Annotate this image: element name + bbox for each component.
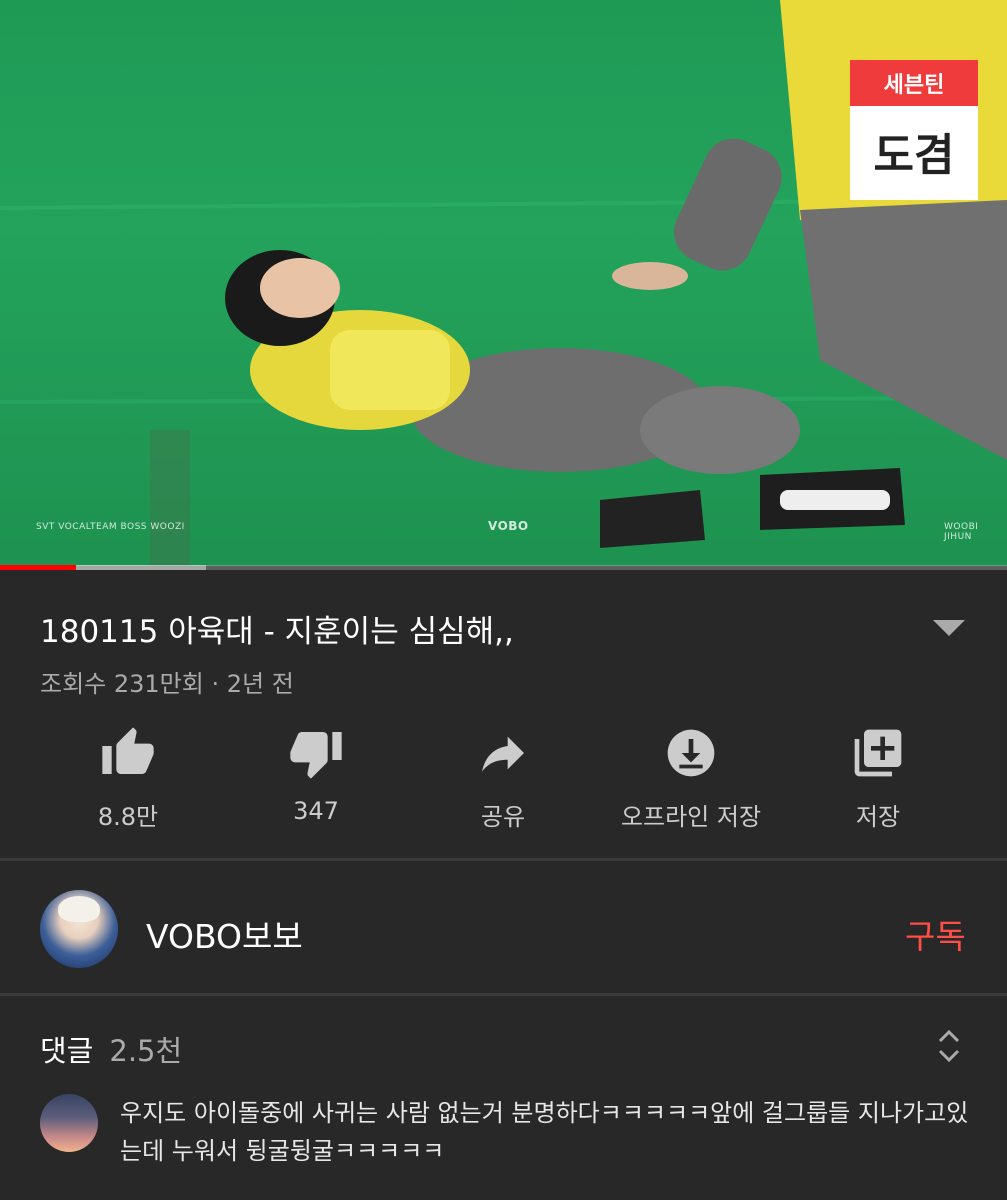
comments-label: 댓글: [40, 1034, 94, 1068]
watermark-center: VOBO: [488, 519, 529, 533]
chevron-down-icon[interactable]: [933, 620, 965, 636]
subscribe-button[interactable]: 구독: [905, 910, 966, 958]
channel-avatar[interactable]: [40, 890, 118, 968]
commenter-avatar: [40, 1094, 98, 1152]
dislike-button[interactable]: 347: [216, 725, 416, 825]
progress-bar[interactable]: [0, 565, 1007, 570]
video-frame: 세븐틴 도겸: [0, 0, 1007, 566]
divider-top: [0, 858, 1007, 861]
channel-name[interactable]: VOBO보보: [146, 910, 303, 958]
share-label: 공유: [480, 803, 526, 831]
save-button[interactable]: 저장: [778, 725, 978, 832]
title-row[interactable]: 180115 아육대 - 지훈이는 심심해,,: [40, 606, 970, 650]
video-meta: 조회수 231만회 · 2년 전: [40, 670, 294, 698]
playlist-add-icon: [854, 729, 902, 777]
nametag-team: 세븐틴: [884, 73, 945, 98]
watermark-left: SVT VOCALTEAM BOSS WOOZI: [36, 522, 185, 532]
share-icon: [482, 736, 524, 772]
download-button[interactable]: 오프라인 저장: [591, 725, 791, 832]
divider-bottom: [0, 993, 1007, 996]
thumbs-down-icon: [290, 732, 342, 779]
download-icon: [667, 729, 715, 777]
nametag-name: 도겸: [874, 130, 955, 181]
comments-count: 2.5천: [109, 1034, 183, 1068]
video-title: 180115 아육대 - 지훈이는 심심해,,: [40, 614, 514, 650]
like-button[interactable]: 8.8만: [28, 725, 228, 832]
share-button[interactable]: 공유: [403, 725, 603, 832]
channel-row[interactable]: VOBO보보 구독: [0, 866, 1007, 992]
dislike-count: 347: [293, 797, 339, 825]
comments-header[interactable]: 댓글 2.5천: [40, 1028, 182, 1068]
save-label: 저장: [855, 803, 901, 831]
expand-collapse-icon[interactable]: [936, 1026, 962, 1066]
download-label: 오프라인 저장: [620, 803, 762, 831]
like-count: 8.8만: [97, 803, 159, 831]
watermark-right: WOOBI JIHUN: [944, 522, 979, 542]
thumbs-up-icon: [102, 727, 154, 774]
progress-played: [0, 565, 76, 570]
action-bar: 8.8만 347 공유 오프라인 저장 저장: [0, 725, 1007, 835]
video-player[interactable]: 세븐틴 도겸 SVT VOCALTEAM BOSS WOOZI VOBO WOO…: [0, 0, 1007, 566]
comment-text: 우지도 아이돌중에 사귀는 사람 없는거 분명하다ㅋㅋㅋㅋㅋ앞에 걸그룹들 지나…: [120, 1099, 969, 1165]
